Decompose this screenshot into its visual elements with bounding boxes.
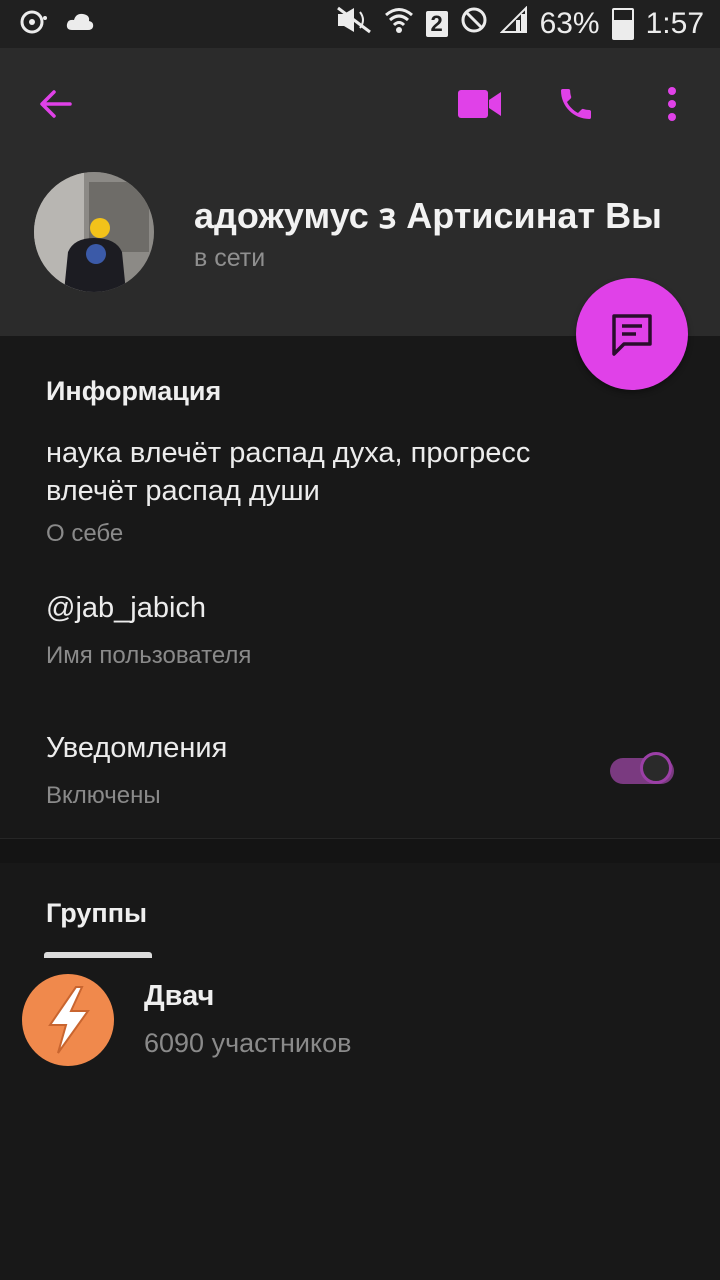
section-divider xyxy=(0,838,720,863)
info-section-title: Информация xyxy=(46,376,222,406)
bio-caption: О себе xyxy=(46,520,124,547)
profile-name: адожумус 𐑂 Артисинат Вы xyxy=(194,195,662,236)
do-not-disturb-icon xyxy=(460,6,488,42)
send-message-button[interactable] xyxy=(576,278,688,390)
sync-icon xyxy=(20,10,48,39)
status-bar: 2 63% 1:57 xyxy=(0,0,720,48)
battery-icon xyxy=(611,8,634,40)
mute-icon xyxy=(336,6,372,42)
more-options-button[interactable] xyxy=(644,76,700,132)
back-button[interactable] xyxy=(28,76,84,132)
username-text[interactable]: @jab_jabich xyxy=(46,592,206,625)
battery-percent: 63% xyxy=(539,7,600,40)
group-avatar xyxy=(22,974,114,1066)
clock: 1:57 xyxy=(645,7,704,40)
voice-call-button[interactable] xyxy=(548,76,604,132)
username-caption: Имя пользователя xyxy=(46,642,252,669)
signal-icon xyxy=(499,5,528,42)
tab-indicator xyxy=(44,952,152,958)
more-vert-icon xyxy=(668,87,676,121)
notifications-label[interactable]: Уведомления xyxy=(46,732,227,765)
groups-section-title[interactable]: Группы xyxy=(46,898,147,929)
group-members-count: 6090 участников xyxy=(144,1028,352,1058)
bio-text[interactable]: наука влечёт распад духа, прогресс влечё… xyxy=(46,434,626,510)
video-call-button[interactable] xyxy=(452,76,508,132)
back-arrow-icon xyxy=(40,90,72,118)
video-call-icon xyxy=(458,90,501,118)
phone-icon xyxy=(561,89,591,119)
list-item[interactable]: Двач 6090 участников xyxy=(0,960,720,1078)
lightning-icon xyxy=(48,986,90,1054)
notifications-toggle[interactable] xyxy=(610,752,678,788)
wifi-icon xyxy=(384,6,414,42)
message-icon xyxy=(612,314,652,356)
avatar[interactable] xyxy=(34,172,154,292)
notifications-state: Включены xyxy=(46,782,161,809)
toggle-knob xyxy=(640,752,672,784)
online-status: в сети xyxy=(194,244,266,272)
group-name: Двач xyxy=(144,980,215,1012)
cloud-icon xyxy=(66,12,94,37)
sim-badge: 2 xyxy=(425,11,448,37)
